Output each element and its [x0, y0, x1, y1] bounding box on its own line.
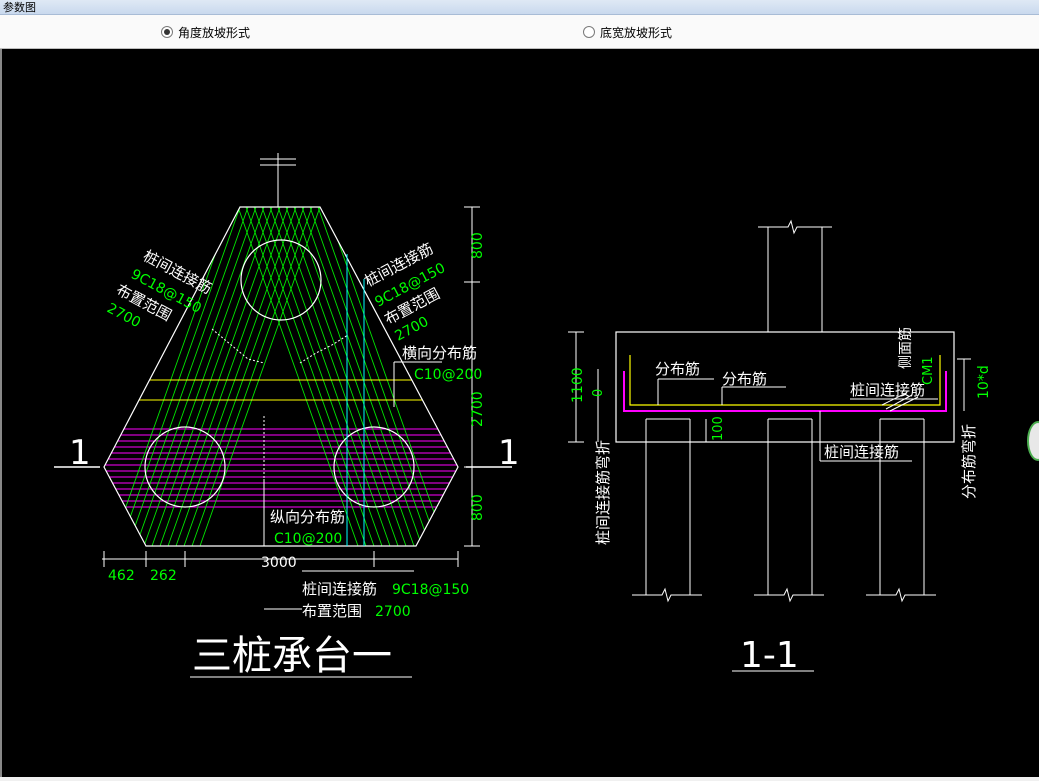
bottom-value-2: 2700	[375, 604, 411, 620]
dim-width: 3000	[261, 555, 297, 571]
dim-262: 262	[150, 568, 177, 584]
dim-bot: 800	[470, 494, 486, 521]
section-bend-left: 桩间连接筋弯折	[594, 440, 612, 545]
cad-drawing: 1 1 桩间连接筋 9C18@150 布置范围 2700 桩间连接筋 9C18@…	[54, 153, 992, 679]
bottom-label-1: 桩间连接筋	[302, 580, 377, 598]
radio-width-slope[interactable]: 底宽放坡形式	[583, 25, 673, 40]
section-mark-left: 1	[69, 433, 91, 473]
transverse-value: C10@200	[414, 367, 482, 383]
longitudinal-label: 纵向分布筋	[270, 508, 345, 526]
drawing-canvas: 1 1 桩间连接筋 9C18@150 布置范围 2700 桩间连接筋 9C18@…	[0, 49, 1039, 777]
radio-angle-slope-label: 角度放坡形式	[178, 25, 251, 40]
dim-462: 462	[108, 568, 135, 584]
option-bar: 角度放坡形式 底宽放坡形式	[0, 15, 1039, 49]
section-mark-right: 1	[498, 433, 520, 473]
section-1-1	[568, 219, 971, 672]
radio-dot-unselected[interactable]	[583, 26, 595, 38]
pile-cap-plan	[54, 153, 512, 678]
window-titlebar: 参数图	[0, 0, 1039, 15]
bottom-label-2: 布置范围	[302, 602, 362, 620]
dim-mid: 2700	[470, 391, 486, 427]
transverse-label: 横向分布筋	[402, 344, 477, 362]
longitudinal-value: C10@200	[274, 531, 342, 547]
section-bend-right: 分布筋弯折	[960, 424, 978, 499]
section-dim-zero: 0	[591, 389, 606, 397]
section-10d: 10*d	[976, 365, 992, 399]
section-dim-height: 1100	[570, 367, 586, 403]
bottom-value-1: 9C18@150	[392, 582, 469, 598]
section-dist-label-1: 分布筋	[655, 360, 700, 378]
section-dim-100: 100	[711, 416, 726, 441]
section-pile-label-2: 桩间连接筋	[824, 443, 899, 461]
plan-title: 三桩承台一	[192, 633, 392, 679]
radio-angle-slope[interactable]: 角度放坡形式	[161, 25, 251, 40]
section-dist-label-2: 分布筋	[722, 370, 767, 388]
section-side-bar: 侧面筋	[897, 327, 914, 369]
section-pile-label-1: 桩间连接筋	[850, 381, 925, 399]
section-title: 1-1	[740, 635, 799, 676]
window-title: 参数图	[3, 1, 36, 14]
dim-top: 800	[470, 232, 486, 259]
radio-dot-selected[interactable]	[161, 26, 173, 38]
radio-width-slope-label: 底宽放坡形式	[600, 25, 673, 40]
